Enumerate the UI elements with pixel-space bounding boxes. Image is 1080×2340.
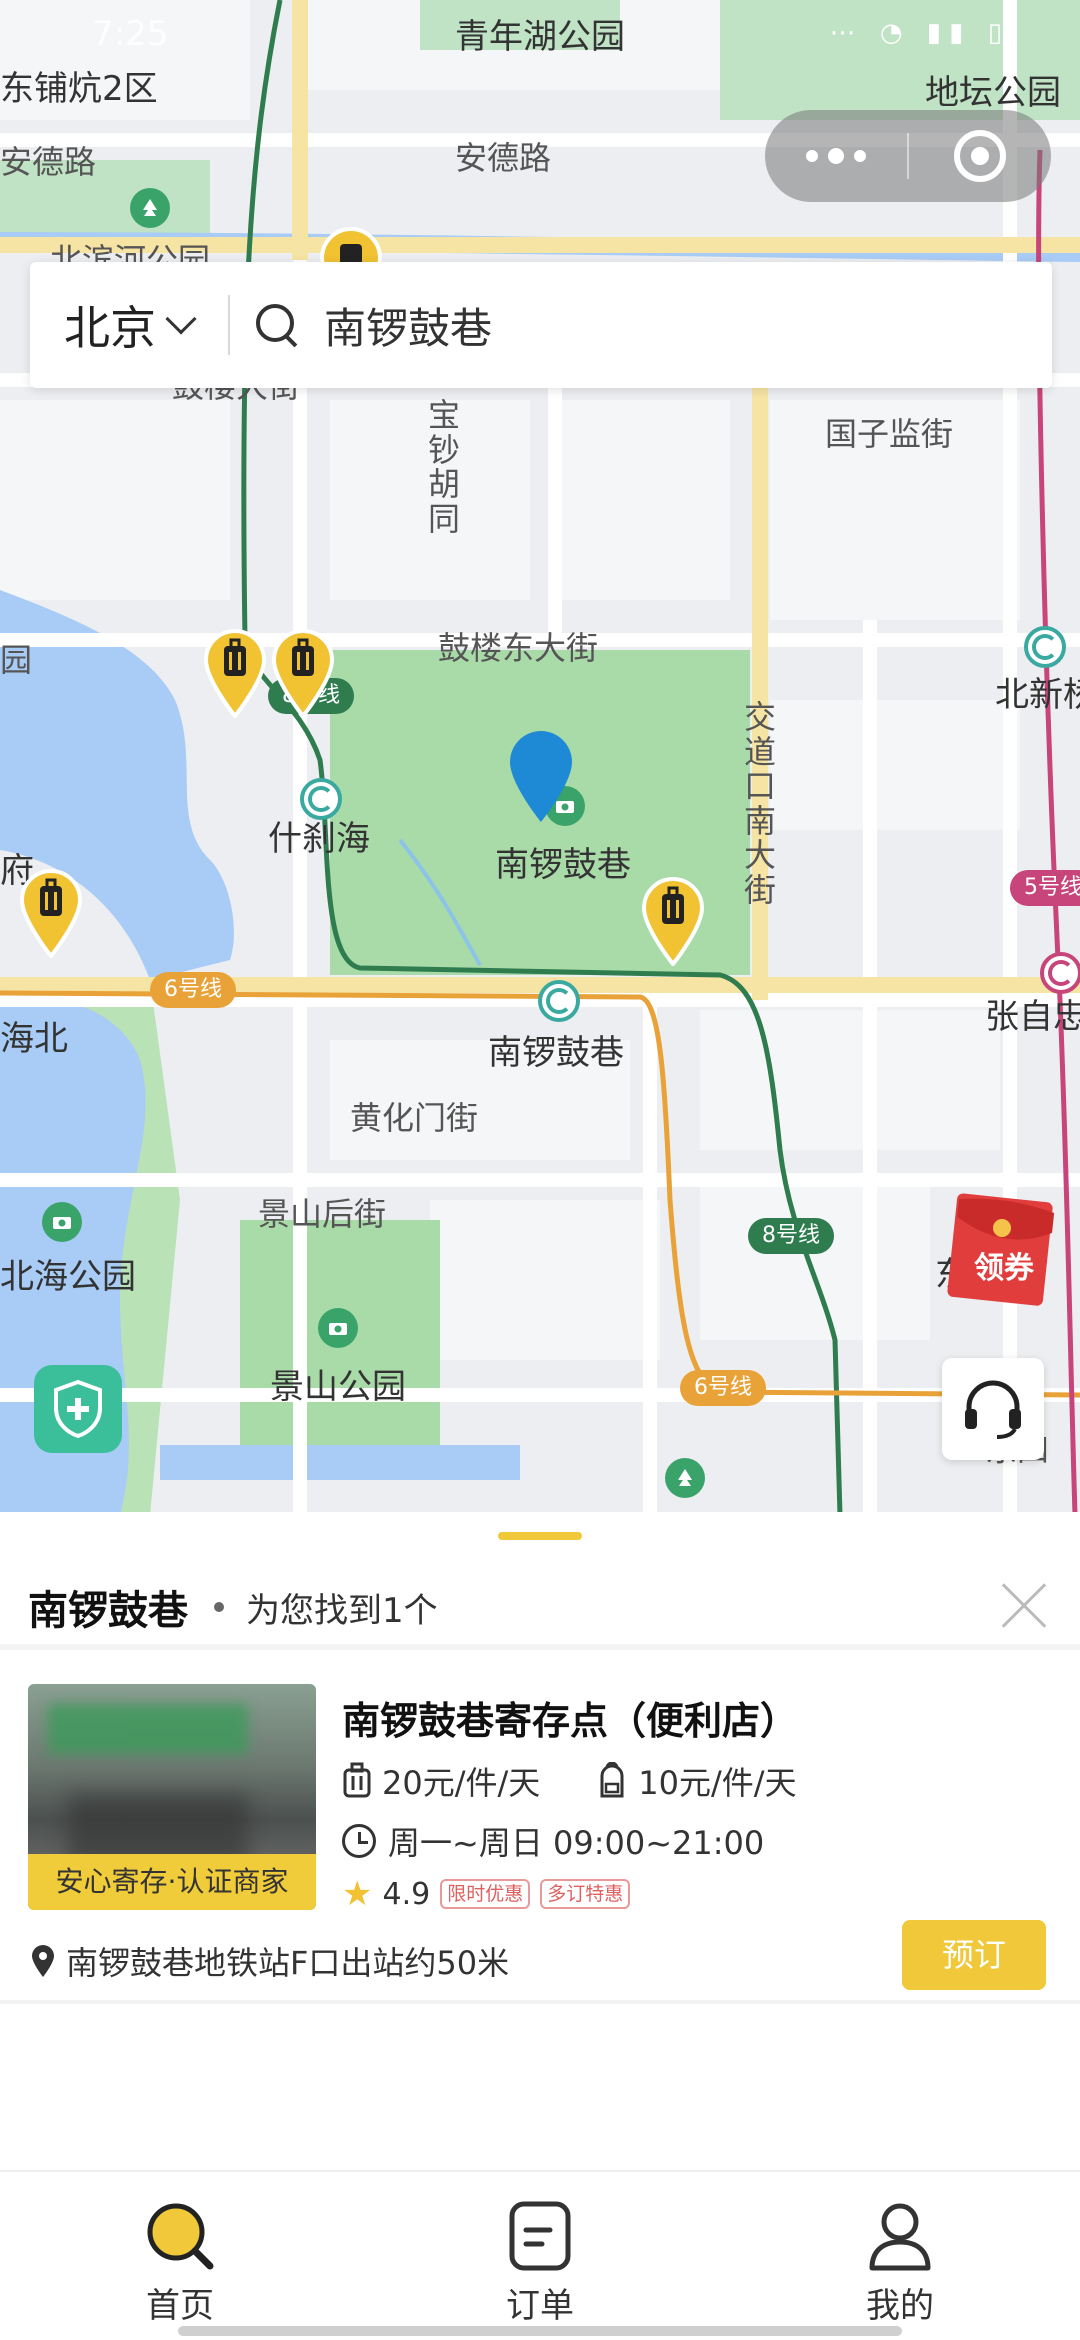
safety-shield-button[interactable] (34, 1365, 122, 1453)
home-search-icon (147, 2203, 214, 2270)
metro-station-icon[interactable] (538, 980, 580, 1022)
price-row: 20元/件/天 10元/件/天 (342, 1758, 797, 1804)
tab-orders[interactable]: 订单 (440, 2198, 640, 2327)
map-label-beihai: 北海公园 (0, 1257, 136, 1297)
map-label-jiaodaokou: 交道口南大街 (743, 698, 776, 909)
search-location-pin-icon (510, 731, 572, 822)
search-input[interactable]: 南锣鼓巷 (324, 295, 492, 356)
address-row: 南锣鼓巷地铁站F口出站约50米 (30, 1938, 509, 1984)
clock-icon (342, 1824, 376, 1858)
location-pin-icon (32, 1945, 54, 1977)
store-photo[interactable]: 安心寄存·认证商家 (28, 1684, 316, 1910)
scenic-camera-icon (318, 1308, 358, 1348)
map-label-ditan-park: 地坛公园 (925, 73, 1061, 113)
more-menu-button[interactable] (765, 110, 907, 202)
map-label-zhangzizhong: 张自忠 (985, 997, 1080, 1037)
city-selector[interactable]: 北京 (30, 292, 197, 358)
headset-icon (965, 1380, 1021, 1439)
home-indicator[interactable] (178, 2326, 902, 2336)
coupon-label: 领券 (974, 1251, 1035, 1286)
map-label-huanghuamen: 黄化门街 (350, 1099, 479, 1137)
scenic-camera-icon (42, 1202, 82, 1242)
tab-label: 我的 (866, 2286, 934, 2326)
hours-row: 周一~周日 09:00~21:00 (342, 1818, 764, 1864)
shield-plus-icon (54, 1380, 102, 1438)
search-bar: 北京 南锣鼓巷 (30, 262, 1052, 388)
map-label-jingshanhou: 景山后街 (258, 1195, 387, 1233)
tab-label: 订单 (506, 2286, 574, 2326)
bottom-tab-bar: 首页 订单 我的 (0, 2170, 1080, 2340)
suitcase-icon (343, 1762, 371, 1798)
tab-label: 首页 (146, 2286, 214, 2326)
price-small-luggage: 10元/件/天 (638, 1764, 797, 1802)
status-icons: ⋯ ◔ ▮▮ ▯ (829, 18, 1010, 48)
rating-row: ★ 4.9 限时优惠 多订特惠 (342, 1874, 631, 1914)
city-name: 北京 (64, 301, 156, 355)
book-button[interactable]: 预订 (902, 1920, 1046, 1990)
metro-line-badge: 8号线 (748, 1218, 834, 1254)
app-root: 青年湖公园 东铺炕2区 安德路 安德路 地坛公园 北滨河公园 鼓楼大街 国子监街… (0, 0, 1080, 2340)
opening-hours: 周一~周日 09:00~21:00 (388, 1824, 765, 1862)
close-icon[interactable] (1000, 1582, 1048, 1630)
miniprogram-capsule (765, 110, 1051, 202)
metro-station-icon[interactable] (300, 778, 342, 820)
target-icon (954, 130, 1006, 182)
metro-line-badge: 6号线 (150, 972, 236, 1008)
metro-station-icon[interactable] (1040, 952, 1080, 994)
luggage-storage-pin-icon[interactable] (270, 628, 336, 718)
metro-station-icon[interactable] (1024, 626, 1066, 668)
coupon-red-envelope[interactable]: 领券 (946, 1192, 1062, 1308)
results-count: 为您找到1个 (246, 1590, 438, 1631)
map-label-guozijian: 国子监街 (825, 415, 954, 453)
price-large-luggage: 20元/件/天 (382, 1764, 541, 1802)
map-label-shichahai: 什刹海 (268, 819, 370, 859)
results-location: 南锣鼓巷 (28, 1588, 188, 1634)
search-icon (254, 302, 300, 348)
customer-service-button[interactable] (942, 1358, 1044, 1460)
park-icon (665, 1458, 705, 1498)
miniprogram-close-button[interactable] (909, 130, 1051, 182)
tab-profile[interactable]: 我的 (800, 2198, 1000, 2327)
map-label-dongpukang: 东铺炕2区 (0, 69, 158, 109)
park-icon (130, 188, 170, 228)
store-name: 南锣鼓巷寄存点（便利店） (342, 1699, 799, 1743)
promo-tag: 限时优惠 (440, 1879, 531, 1909)
store-card[interactable]: 安心寄存·认证商家 南锣鼓巷寄存点（便利店） 20元/件/天 10元/件/天 周… (0, 1650, 1080, 2000)
red-envelope-icon: 领券 (947, 1193, 1055, 1306)
map-label-haibei: 海北 (0, 1019, 68, 1059)
sheet-drag-handle[interactable] (498, 1532, 582, 1540)
map-label-baochao: 宝钞胡同 (427, 396, 460, 538)
metro-line-badge: 6号线 (680, 1370, 766, 1406)
luggage-storage-pin-icon[interactable] (202, 628, 268, 718)
map-label-andelu-west: 安德路 (0, 143, 97, 181)
luggage-storage-pin-icon[interactable] (18, 868, 84, 958)
profile-icon (869, 2203, 931, 2271)
star-icon: ★ (342, 1874, 373, 1914)
map-label-guloudong: 鼓楼东大街 (438, 629, 599, 667)
orders-icon (509, 2201, 571, 2271)
map-label-andelu: 安德路 (455, 139, 552, 177)
chevron-down-icon (165, 303, 197, 335)
map-label-jingshan-park: 景山公园 (270, 1367, 406, 1407)
backpack-icon (600, 1762, 624, 1798)
tab-home[interactable]: 首页 (80, 2198, 280, 2327)
rating-value: 4.9 (382, 1876, 431, 1912)
map-label-beixinqiao: 北新桥 (995, 675, 1080, 715)
map-label-nanluogu-station: 南锣鼓巷 (488, 1033, 624, 1073)
map-label-yuan: 园 (0, 641, 33, 679)
promo-tag: 多订特惠 (540, 1879, 631, 1909)
map-label-nanluogu-park: 南锣鼓巷 (495, 845, 631, 885)
status-bar: 7:25 ⋯ ◔ ▮▮ ▯ (0, 0, 1080, 70)
status-time: 7:25 (92, 14, 169, 54)
metro-line-badge: 5号线 (1010, 870, 1080, 906)
certified-merchant-badge: 安心寄存·认证商家 (28, 1854, 316, 1910)
results-sheet: 南锣鼓巷 为您找到1个 安心寄存·认证商家 南锣鼓巷寄存点（便利店） 20元/件… (0, 1512, 1080, 2170)
map-view[interactable]: 青年湖公园 东铺炕2区 安德路 安德路 地坛公园 北滨河公园 鼓楼大街 国子监街… (0, 0, 1080, 1515)
luggage-storage-pin-icon[interactable] (640, 876, 706, 966)
results-header: 南锣鼓巷 为您找到1个 (28, 1572, 438, 1642)
store-address: 南锣鼓巷地铁站F口出站约50米 (66, 1944, 510, 1982)
